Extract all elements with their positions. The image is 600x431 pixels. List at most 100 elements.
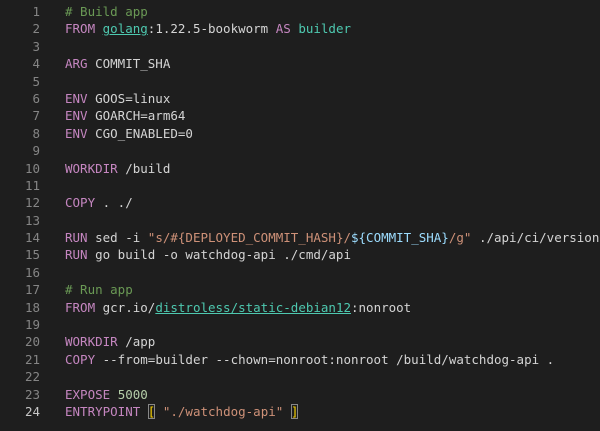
code-line[interactable]: 24 ENTRYPOINT [ "./watchdog-api" ] — [0, 403, 600, 420]
line-code[interactable]: ENV GOOS=linux — [65, 90, 170, 107]
line-code[interactable]: ENTRYPOINT [ "./watchdog-api" ] — [65, 403, 299, 420]
code-token: RUN — [65, 247, 88, 263]
line-code[interactable]: RUN sed -i "s/#{DEPLOYED_COMMIT_HASH}/${… — [65, 229, 600, 246]
code-token: WORKDIR — [65, 334, 118, 350]
line-number: 4 — [32, 56, 40, 72]
line-number: 20 — [24, 334, 40, 350]
code-line[interactable]: 7 ENV GOARCH=arm64 — [0, 107, 600, 124]
code-line[interactable]: 21 COPY --from=builder --chown=nonroot:no… — [0, 351, 600, 368]
code-token: FROM — [65, 299, 96, 315]
code-token: COMMIT_SHA — [87, 56, 171, 72]
line-number: 24 — [24, 403, 40, 419]
code-line[interactable]: 14 RUN sed -i "s/#{DEPLOYED_COMMIT_HASH}/… — [0, 229, 600, 246]
code-line[interactable]: 6 ENV GOOS=linux — [0, 90, 600, 107]
line-code[interactable]: ARG COMMIT_SHA — [65, 55, 170, 72]
line-code[interactable]: # Run app — [65, 281, 133, 298]
line-code[interactable]: ENV GOARCH=arm64 — [65, 107, 185, 124]
line-number: 18 — [24, 299, 40, 315]
code-token: :nonroot — [351, 299, 412, 315]
code-line[interactable]: 20 WORKDIR /app — [0, 333, 600, 350]
line-code[interactable]: ENV CGO_ENABLED=0 — [65, 125, 193, 142]
code-token: COPY — [65, 195, 96, 211]
line-number: 11 — [24, 177, 40, 193]
code-token: /build — [117, 160, 171, 176]
line-number: 7 — [32, 108, 40, 124]
code-token: builder — [298, 21, 352, 37]
code-token: /app — [117, 334, 156, 350]
code-line[interactable]: 5 — [0, 73, 600, 90]
line-number: 2 — [32, 21, 40, 37]
code-token: golang — [102, 21, 148, 37]
code-token: ARG — [65, 56, 88, 72]
code-token: EXPOSE — [65, 386, 111, 402]
code-token: ENV — [65, 90, 88, 106]
code-token: CGO_ENABLED=0 — [87, 125, 193, 141]
code-token: ENV — [65, 108, 88, 124]
code-token: /g" — [448, 230, 472, 246]
line-number: 6 — [32, 90, 40, 106]
code-token: # Run app — [65, 282, 133, 298]
code-line[interactable]: 3 — [0, 38, 600, 55]
line-number: 13 — [24, 212, 40, 228]
line-code[interactable]: FROM golang:1.22.5-bookworm AS builder — [65, 20, 351, 37]
code-line[interactable]: 10 WORKDIR /build — [0, 160, 600, 177]
code-token: "s/#{DEPLOYED_COMMIT_HASH}/ — [147, 230, 351, 246]
code-line[interactable]: 16 — [0, 264, 600, 281]
code-token: go build -o watchdog-api ./cmd/api — [87, 247, 351, 263]
code-token: GOOS=linux — [87, 90, 171, 106]
code-line[interactable]: 8 ENV CGO_ENABLED=0 — [0, 125, 600, 142]
code-line[interactable]: 13 — [0, 212, 600, 229]
line-number: 8 — [32, 125, 40, 141]
line-number: 22 — [24, 369, 40, 385]
code-token: AS — [275, 21, 291, 37]
code-line[interactable]: 11 — [0, 177, 600, 194]
line-code[interactable]: WORKDIR /build — [65, 160, 170, 177]
line-code[interactable]: FROM gcr.io/distroless/static-debian12:n… — [65, 299, 411, 316]
code-token: 5000 — [117, 386, 148, 402]
code-token: ./api/ci/version.go — [478, 230, 600, 246]
line-number: 15 — [24, 247, 40, 263]
code-line[interactable]: 15 RUN go build -o watchdog-api ./cmd/api — [0, 246, 600, 263]
line-number: 10 — [24, 160, 40, 176]
line-code[interactable]: COPY --from=builder --chown=nonroot:nonr… — [65, 351, 554, 368]
code-token: "./watchdog-api" — [162, 403, 284, 419]
code-token: COPY — [65, 351, 96, 367]
line-code[interactable]: COPY . ./ — [65, 194, 133, 211]
line-number: 19 — [24, 317, 40, 333]
code-line[interactable]: 18 FROM gcr.io/distroless/static-debian12… — [0, 299, 600, 316]
line-number: 1 — [32, 4, 40, 19]
code-token: gcr.io/ — [95, 299, 156, 315]
line-code[interactable]: # Build app — [65, 3, 148, 20]
line-number: 5 — [32, 73, 40, 89]
code-token: ] — [290, 403, 299, 419]
line-code[interactable]: WORKDIR /app — [65, 333, 155, 350]
code-token: --from=builder --chown=nonroot:nonroot /… — [95, 351, 555, 367]
code-token: GOARCH=arm64 — [87, 108, 186, 124]
line-code[interactable]: RUN go build -o watchdog-api ./cmd/api — [65, 246, 351, 263]
line-number: 23 — [24, 386, 40, 402]
code-token: :1.22.5-bookworm — [147, 21, 276, 37]
code-line[interactable]: 17 # Run app — [0, 281, 600, 298]
line-code[interactable]: EXPOSE 5000 — [65, 386, 148, 403]
code-token: WORKDIR — [65, 160, 118, 176]
code-line[interactable]: 9 — [0, 142, 600, 159]
code-line[interactable]: 2 FROM golang:1.22.5-bookworm AS builder — [0, 20, 600, 37]
code-line[interactable]: 23 EXPOSE 5000 — [0, 386, 600, 403]
code-line[interactable]: 22 — [0, 368, 600, 385]
code-token: RUN — [65, 230, 88, 246]
code-token: . ./ — [95, 195, 133, 211]
code-token: ENV — [65, 125, 88, 141]
code-line[interactable]: 4 ARG COMMIT_SHA — [0, 55, 600, 72]
code-line[interactable]: 1 # Build app — [0, 3, 600, 20]
code-editor[interactable]: 1 # Build app 2 FROM golang:1.22.5-bookworm… — [0, 0, 600, 431]
code-line[interactable]: 19 — [0, 316, 600, 333]
line-number: 9 — [32, 143, 40, 159]
code-token: ENTRYPOINT — [65, 403, 141, 419]
code-token: # Build app — [65, 4, 148, 19]
line-number: 21 — [24, 351, 40, 367]
code-line[interactable]: 12 COPY . ./ — [0, 194, 600, 211]
line-number: 17 — [24, 282, 40, 298]
